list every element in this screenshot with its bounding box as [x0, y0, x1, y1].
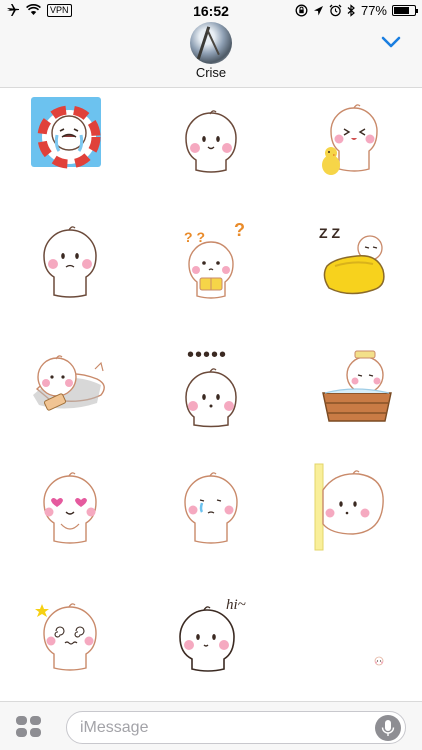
svg-text:?: ? [234, 220, 245, 240]
sticker-image [322, 104, 378, 175]
bluetooth-icon [347, 4, 355, 17]
microphone-button[interactable] [375, 715, 401, 741]
app-drawer-icon-dot [30, 716, 41, 725]
contact-avatar[interactable] [190, 22, 232, 64]
location-icon [313, 5, 323, 15]
sticker-lying-phone[interactable] [0, 335, 140, 458]
app-drawer-icon-dot [16, 728, 27, 737]
sticker-image [35, 603, 97, 671]
sticker-speechless-dots[interactable]: ••••• [141, 335, 281, 458]
alarm-icon [329, 4, 342, 17]
battery-level-fill [394, 7, 409, 14]
app-drawer-icon-dot [30, 728, 41, 737]
sticker-heart-eyes[interactable] [0, 458, 140, 581]
app-drawer-icon[interactable] [16, 716, 42, 738]
sticker-sleeping-zzz[interactable]: Z Z [282, 212, 422, 335]
sticker-image [184, 472, 238, 544]
message-field[interactable] [66, 711, 406, 744]
sticker-image [314, 463, 384, 551]
sticker-hi-waving[interactable]: hi~ [141, 581, 281, 704]
compose-bar [0, 701, 422, 750]
zzz-text: Z Z [319, 225, 340, 241]
sticker-image [43, 226, 97, 298]
sticker-life-ring-crying[interactable] [0, 89, 140, 212]
microphone-icon [381, 720, 395, 736]
contact-name[interactable]: Crise [0, 65, 422, 80]
sticker-grid: ? ? ? Z Z ••••• hi~ [0, 89, 422, 701]
rotation-lock-icon [295, 4, 308, 17]
sticker-image: ? ? ? [184, 220, 245, 299]
dots-text: ••••• [187, 344, 227, 366]
sticker-image [322, 350, 392, 422]
sticker-image: Z Z [319, 225, 385, 295]
sticker-dizzy[interactable] [0, 581, 140, 704]
status-bar: VPN 16:52 77% [0, 0, 422, 22]
chevron-down-icon[interactable] [380, 34, 402, 50]
app-drawer-icon-dot [16, 716, 27, 725]
conversation-header: Crise [0, 22, 422, 88]
imessage-sticker-screen: VPN 16:52 77% Crise ? ? ? Z Z ••••• hi~ … [0, 0, 422, 750]
hi-text: hi~ [226, 597, 246, 613]
sticker-image [43, 472, 97, 544]
battery-icon [392, 5, 418, 16]
sticker-crying-tear[interactable] [141, 458, 281, 581]
sticker-image: hi~ [179, 597, 246, 672]
sticker-image [33, 355, 105, 411]
sticker-laughing-with-chick[interactable] [282, 89, 422, 212]
sticker-bath-tub[interactable] [282, 335, 422, 458]
sticker-image [37, 105, 101, 169]
sticker-image [374, 656, 384, 666]
status-right: 77% [295, 3, 418, 18]
sticker-smiling[interactable] [141, 89, 281, 212]
sticker-tiny-face[interactable] [282, 581, 422, 704]
svg-text:? ?: ? ? [184, 229, 205, 245]
avatar-photo-branch [206, 28, 220, 56]
sticker-image: ••••• [185, 344, 237, 428]
sticker-image [185, 110, 237, 173]
sticker-reading-confused[interactable]: ? ? ? [141, 212, 281, 335]
message-input[interactable] [80, 718, 370, 738]
battery-percent: 77% [360, 3, 387, 18]
sticker-peeking-wall[interactable] [282, 458, 422, 581]
sticker-sad[interactable] [0, 212, 140, 335]
